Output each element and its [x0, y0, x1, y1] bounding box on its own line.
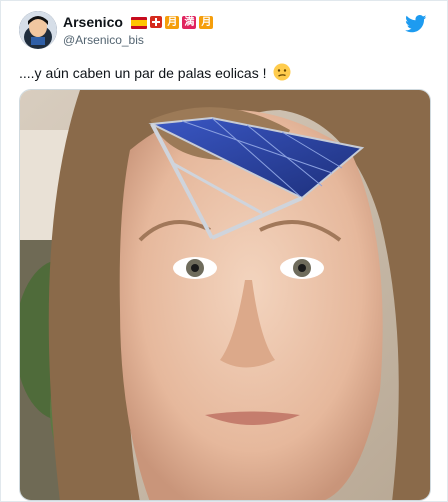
full-badge-icon: 満	[182, 16, 197, 29]
confused-face-emoji	[273, 63, 291, 85]
moon-badge-icon: 月	[165, 16, 180, 29]
tweet-card: Arsenico 月 満 月 @Arsenico_bis ....y aún c…	[0, 0, 448, 502]
tweet-header: Arsenico 月 満 月 @Arsenico_bis	[19, 11, 435, 51]
twitter-bird-icon[interactable]	[405, 15, 427, 33]
display-name[interactable]: Arsenico	[63, 14, 123, 30]
tweet-text: ....y aún caben un par de palas eolicas …	[19, 63, 291, 85]
user-names: Arsenico 月 満 月 @Arsenico_bis	[63, 14, 214, 49]
switzerland-flag-icon	[150, 16, 163, 28]
user-handle[interactable]: @Arsenico_bis	[63, 32, 213, 49]
spain-flag-icon	[131, 16, 148, 29]
photo-illustration	[20, 90, 430, 500]
tweet-text-content: ....y aún caben un par de palas eolicas …	[19, 65, 267, 81]
avatar[interactable]	[19, 11, 57, 49]
name-badges: 月 満 月	[131, 16, 214, 29]
tweet-media-image[interactable]	[19, 89, 431, 501]
moon-badge-icon-2: 月	[199, 16, 214, 29]
